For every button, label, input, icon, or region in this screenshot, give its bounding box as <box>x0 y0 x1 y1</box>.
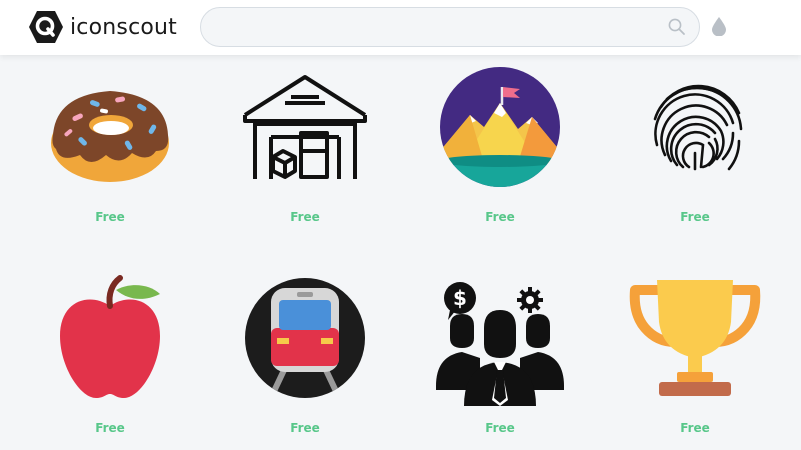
fingerprint-icon <box>653 84 743 171</box>
svg-text:$: $ <box>453 286 467 310</box>
icon-card-trophy[interactable]: Free <box>605 266 785 450</box>
logo[interactable]: iconscout <box>28 10 177 44</box>
icon-grid: Free Free Free Free Free Free $ Free Fre… <box>0 55 801 450</box>
icon-card-fingerprint[interactable]: Free <box>605 55 785 245</box>
iconscout-logo-icon <box>29 11 63 43</box>
icon-card-business-team[interactable]: $ Free <box>410 266 590 450</box>
theme-drop-icon[interactable] <box>711 16 727 36</box>
icon-card-warehouse[interactable]: Free <box>215 55 395 245</box>
top-bar: iconscout <box>0 0 801 55</box>
search-input[interactable] <box>217 8 657 46</box>
warehouse-icon <box>243 75 367 179</box>
business-team-icon: $ <box>436 282 564 406</box>
search-bar[interactable] <box>200 7 700 47</box>
price-label: Free <box>95 421 125 435</box>
icon-card-apple[interactable]: Free <box>20 266 200 450</box>
apple-icon <box>60 275 160 398</box>
icon-card-mountain-flag[interactable]: Free <box>410 55 590 245</box>
donut-icon <box>51 91 169 182</box>
train-icon <box>245 278 365 398</box>
price-label: Free <box>680 210 710 224</box>
price-label: Free <box>290 421 320 435</box>
price-label: Free <box>485 210 515 224</box>
icon-card-train[interactable]: Free <box>215 266 395 450</box>
mountain-flag-icon <box>440 67 560 187</box>
price-label: Free <box>290 210 320 224</box>
price-label: Free <box>95 210 125 224</box>
brand-name: iconscout <box>70 14 177 40</box>
trophy-icon <box>629 280 761 396</box>
icon-card-donut[interactable]: Free <box>20 55 200 245</box>
search-icon[interactable] <box>667 17 687 37</box>
price-label: Free <box>485 421 515 435</box>
price-label: Free <box>680 421 710 435</box>
